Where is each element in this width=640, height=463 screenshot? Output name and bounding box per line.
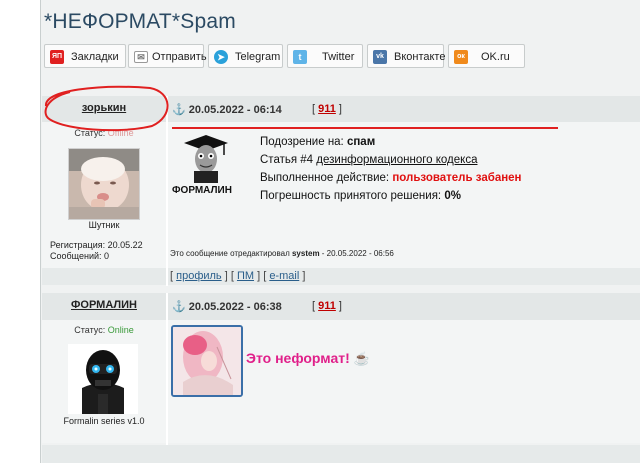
share-button-bookmarks[interactable]: ЯП Закладки	[44, 44, 126, 68]
message-image	[171, 325, 243, 397]
share-button-ok[interactable]: ок OK.ru	[448, 44, 525, 68]
article-line: Статья #4 дезинформационного кодекса	[260, 154, 478, 166]
status-badge: Online	[107, 325, 134, 335]
post-number: [ 911 ]	[312, 103, 342, 115]
profile-link[interactable]: профиль	[176, 270, 222, 282]
email-link[interactable]: e-mail	[269, 270, 299, 282]
post-number-link[interactable]: 911	[318, 300, 336, 312]
post-number-link[interactable]: 911	[318, 103, 336, 115]
vk-icon: vk	[373, 50, 387, 64]
post-number: [ 911 ]	[312, 300, 342, 312]
post-message: Это неформат! ☕	[246, 350, 370, 366]
avatar-caption: Formalin series v1.0	[63, 416, 145, 426]
error-line: Погрешность принятого решения: 0%	[260, 190, 461, 202]
user-links: [ профиль ] [ ПМ ] [ e-mail ]	[170, 270, 306, 282]
post-date: ⚓ 20.05.2022 - 06:14	[172, 104, 282, 116]
post-author-name[interactable]: ФОРМАЛИН	[42, 299, 166, 311]
annotation-circle	[44, 85, 169, 132]
pm-link[interactable]: ПМ	[237, 270, 254, 282]
moderator-avatar	[180, 131, 232, 183]
anchor-icon[interactable]: ⚓	[172, 301, 186, 313]
post-date: ⚓ 20.05.2022 - 06:38	[172, 301, 282, 313]
moderator-name: ФОРМАЛИН	[172, 185, 232, 196]
avatar-caption: Шутник	[88, 220, 120, 230]
ban-status: пользователь забанен	[392, 172, 522, 184]
mail-icon: ✉	[134, 51, 148, 63]
moderator-divider	[172, 127, 558, 129]
user-status: Статус: Online	[74, 325, 134, 335]
share-button-telegram[interactable]: ➤ Telegram	[208, 44, 283, 68]
links-bar-left	[42, 268, 166, 285]
edited-note: Это сообщение отредактировал system - 20…	[170, 249, 394, 258]
column-divider	[166, 293, 168, 445]
telegram-icon: ➤	[214, 50, 228, 64]
twitter-icon: t	[293, 50, 307, 64]
avatar[interactable]	[68, 344, 138, 414]
ok-icon: ок	[454, 50, 468, 64]
share-button-vk[interactable]: vk Вконтакте	[367, 44, 445, 68]
page-title: *НЕФОРМАТ*Spam	[44, 10, 236, 33]
avatar[interactable]	[68, 148, 140, 220]
article-link[interactable]: дезинформационного кодекса	[316, 154, 477, 166]
share-button-send[interactable]: ✉ Отправить	[128, 44, 207, 68]
action-line: Выполненное действие: пользователь забан…	[260, 172, 522, 184]
smiley-icon: ☕	[353, 351, 370, 366]
post-footer	[42, 445, 640, 463]
message-count: Сообщений: 0	[50, 251, 110, 261]
registration-date: Регистрация: 20.05.22	[50, 240, 143, 250]
yandex-icon: ЯП	[50, 50, 64, 64]
suspicion-line: Подозрение на: спам	[260, 136, 376, 148]
share-button-twitter[interactable]: t Twitter	[287, 44, 363, 68]
